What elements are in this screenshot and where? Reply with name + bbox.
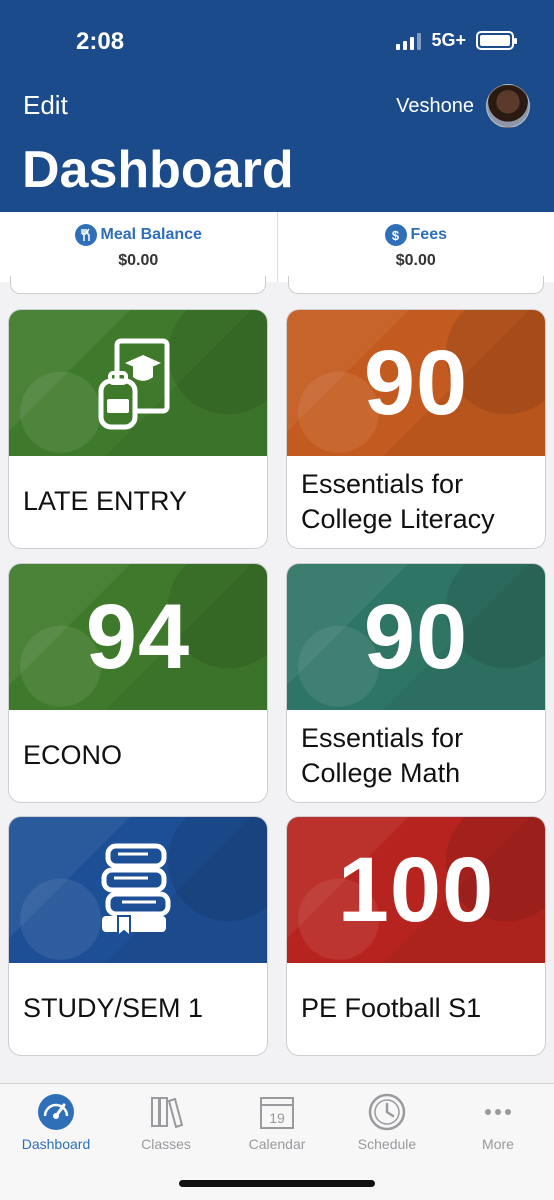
- status-time: 2:08: [76, 28, 125, 55]
- dollar-icon: $: [384, 224, 407, 246]
- more-icon: [485, 1109, 511, 1115]
- tab-label: Calendar: [248, 1136, 306, 1152]
- tab-label: More: [482, 1136, 514, 1152]
- course-grade: 94: [85, 585, 191, 688]
- course-card[interactable]: 90 Essentials for College Literacy: [287, 310, 545, 548]
- battery-icon: [476, 31, 517, 50]
- app-header: 2:08 5G+ Edit Veshone Dashboard: [0, 0, 554, 212]
- fees-label: Fees: [410, 226, 447, 243]
- balance-row: Meal Balance $0.00 $ Fees $0.00: [0, 212, 554, 282]
- calendar-day: 19: [269, 1110, 285, 1126]
- books-icon: [151, 1097, 184, 1129]
- speedometer-icon: [38, 1094, 74, 1130]
- home-indicator[interactable]: [179, 1180, 375, 1187]
- page-title: Dashboard: [22, 141, 294, 199]
- clock-icon: [368, 1093, 406, 1131]
- utensils-icon: [74, 224, 97, 246]
- tab-schedule[interactable]: Schedule: [337, 1092, 437, 1152]
- tab-calendar[interactable]: 19 Calendar: [227, 1092, 327, 1152]
- meal-balance-value: $0.00: [118, 252, 159, 269]
- course-card[interactable]: 94 ECONO: [9, 564, 267, 802]
- course-card[interactable]: LATE ENTRY: [9, 310, 267, 548]
- course-grade: 90: [363, 331, 469, 434]
- course-name: LATE ENTRY: [23, 486, 188, 517]
- tab-label: Schedule: [357, 1136, 417, 1152]
- course-card[interactable]: 90 Essentials for College Math: [287, 564, 545, 802]
- card-edge: [288, 276, 544, 294]
- tab-label: Classes: [141, 1136, 191, 1152]
- network-type: 5G+: [431, 30, 466, 50]
- course-name: Essentials for College Math: [301, 722, 464, 788]
- course-name: STUDY/SEM 1: [23, 993, 204, 1024]
- course-grade: 90: [363, 585, 469, 688]
- backpack-book-icon: [98, 338, 170, 430]
- avatar[interactable]: [486, 84, 530, 128]
- book-stack-icon: [101, 843, 171, 939]
- user-profile[interactable]: Veshone: [396, 84, 530, 128]
- course-grade: 100: [337, 838, 495, 941]
- signal-icon: [396, 32, 422, 50]
- course-name: ECONO: [23, 740, 123, 771]
- meal-balance-label: Meal Balance: [100, 226, 202, 243]
- tab-label: Dashboard: [21, 1136, 91, 1152]
- meal-balance[interactable]: Meal Balance $0.00: [0, 212, 277, 282]
- course-name: Essentials for College Literacy: [301, 468, 495, 534]
- tab-dashboard[interactable]: Dashboard: [6, 1092, 106, 1152]
- card-edge: [10, 276, 266, 294]
- course-card[interactable]: 100 PE Football S1: [287, 817, 545, 1055]
- course-card[interactable]: STUDY/SEM 1: [9, 817, 267, 1055]
- user-name: Veshone: [396, 94, 474, 117]
- status-indicators: 5G+: [396, 30, 517, 51]
- fees-balance[interactable]: $ Fees $0.00: [276, 212, 554, 282]
- fees-value: $0.00: [395, 252, 436, 269]
- calendar-icon: 19: [260, 1097, 294, 1129]
- tab-more[interactable]: More: [448, 1092, 548, 1152]
- edit-button[interactable]: Edit: [23, 90, 68, 121]
- tab-classes[interactable]: Classes: [116, 1092, 216, 1152]
- course-name: PE Football S1: [301, 993, 482, 1024]
